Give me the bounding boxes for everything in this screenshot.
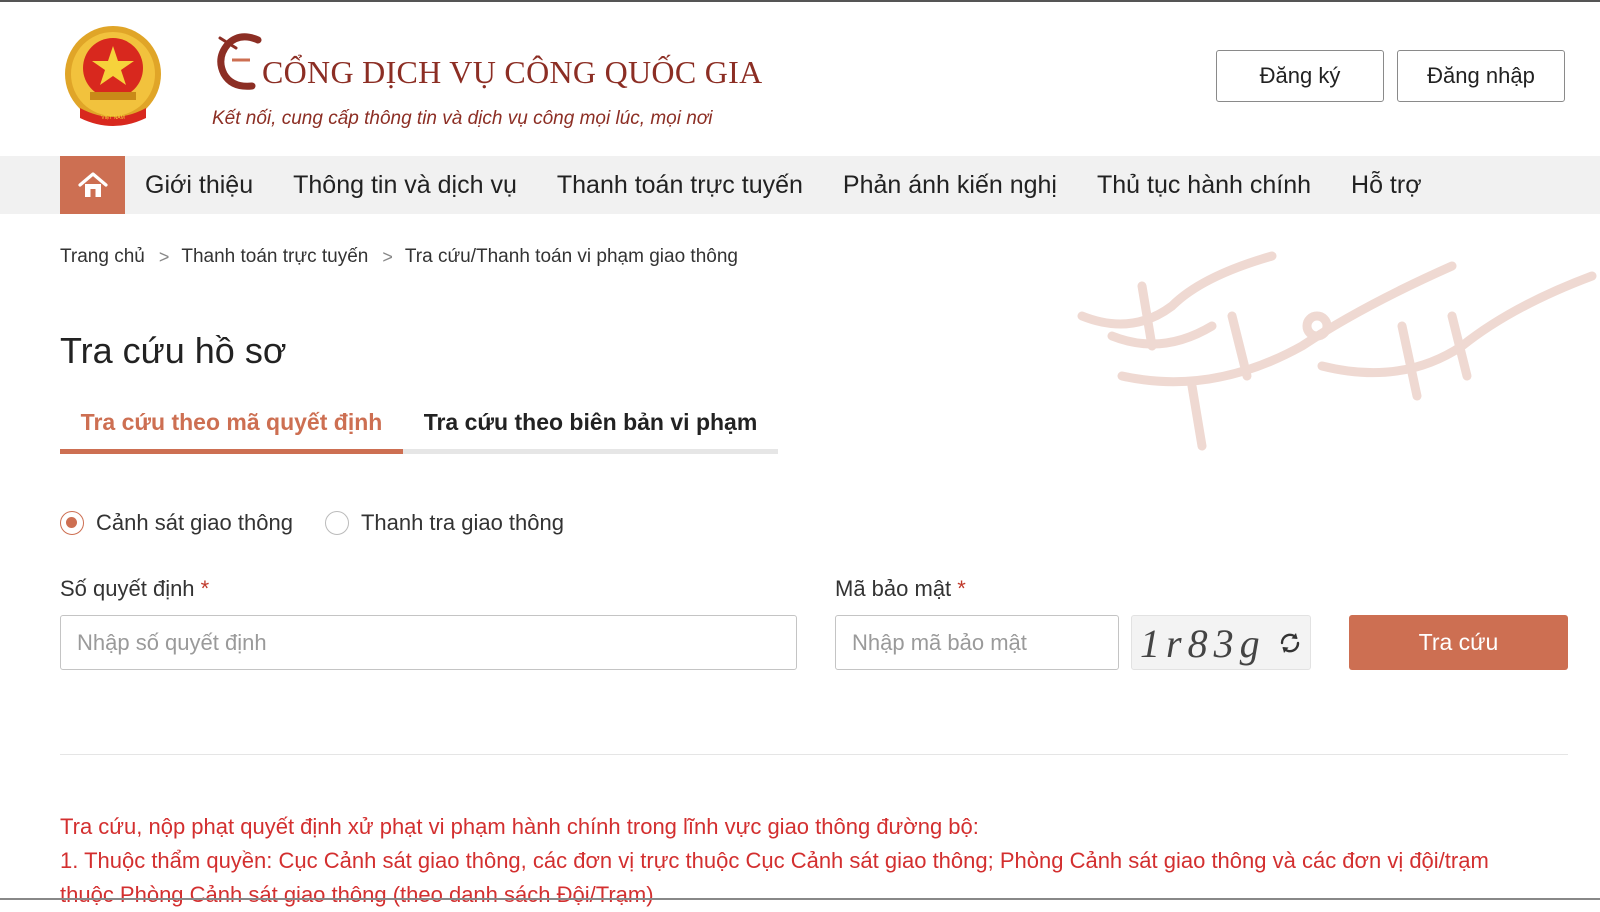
nav-item-phan-anh-kien-nghi[interactable]: Phản ánh kiến nghị — [823, 171, 1077, 200]
radio-traffic-police[interactable]: Cảnh sát giao thông — [60, 510, 293, 536]
breadcrumb-home[interactable]: Trang chủ — [60, 246, 145, 268]
security-code-label: Mã bảo mật * — [835, 576, 966, 602]
svg-text:VIỆT NAM: VIỆT NAM — [101, 113, 125, 121]
tab-active-indicator — [60, 449, 403, 454]
breadcrumb-separator-icon: > — [158, 246, 170, 267]
security-code-label-text: Mã bảo mật — [835, 576, 952, 601]
nav-item-gioi-thieu[interactable]: Giới thiệu — [125, 171, 273, 200]
agency-radio-group: Cảnh sát giao thông Thanh tra giao thông — [60, 510, 596, 536]
nav-item-ho-tro[interactable]: Hỗ trợ — [1331, 171, 1442, 200]
breadcrumb-separator-icon: > — [382, 246, 393, 267]
nav-home-button[interactable] — [60, 156, 125, 214]
decision-number-input[interactable] — [60, 615, 797, 670]
tab-lookup-by-violation-record[interactable]: Tra cứu theo biên bản vi phạm — [403, 396, 778, 448]
page-title: Tra cứu hồ sơ — [60, 330, 287, 371]
register-button[interactable]: Đăng ký — [1216, 50, 1384, 102]
main-nav: Giới thiệu Thông tin và dịch vụ Thanh to… — [0, 156, 1600, 214]
breadcrumb: Trang chủ > Thanh toán trực tuyến > Tra … — [60, 246, 738, 268]
decision-number-label-text: Số quyết định — [60, 576, 195, 601]
section-divider — [60, 754, 1568, 755]
decision-number-label: Số quyết định * — [60, 576, 209, 602]
portal-logo-icon[interactable] — [210, 30, 270, 92]
site-subtitle: Kết nối, cung cấp thông tin và dịch vụ c… — [212, 108, 713, 129]
notice-text: Tra cứu, nộp phạt quyết định xử phạt vi … — [60, 810, 1580, 912]
breadcrumb-online-payment[interactable]: Thanh toán trực tuyến — [181, 246, 368, 268]
nav-item-thanh-toan-truc-tuyen[interactable]: Thanh toán trực tuyến — [537, 171, 823, 200]
captcha-image: 1r83g — [1131, 615, 1311, 670]
security-code-input[interactable] — [835, 615, 1119, 670]
decorative-birds-icon — [1077, 251, 1597, 451]
radio-label: Thanh tra giao thông — [360, 510, 564, 535]
national-emblem-icon[interactable]: VIỆT NAM — [60, 22, 166, 134]
home-icon — [77, 172, 108, 197]
radio-checked-icon[interactable] — [60, 511, 84, 535]
refresh-captcha-icon[interactable] — [1278, 631, 1302, 655]
tab-lookup-by-decision[interactable]: Tra cứu theo mã quyết định — [60, 396, 403, 448]
required-mark: * — [200, 576, 210, 601]
site-header: VIỆT NAM CỔNG DỊCH VỤ CÔNG QUỐC GIA Kết … — [0, 2, 1600, 156]
radio-traffic-inspector[interactable]: Thanh tra giao thông — [324, 510, 564, 536]
site-title[interactable]: CỔNG DỊCH VỤ CÔNG QUỐC GIA — [262, 54, 763, 91]
radio-label: Cảnh sát giao thông — [96, 510, 293, 535]
search-button[interactable]: Tra cứu — [1349, 615, 1568, 670]
notice-line: 1. Thuộc thẩm quyền: Cục Cảnh sát giao t… — [60, 848, 1489, 873]
radio-unchecked-icon[interactable] — [324, 511, 349, 535]
login-button[interactable]: Đăng nhập — [1397, 50, 1565, 102]
nav-item-thong-tin-dich-vu[interactable]: Thông tin và dịch vụ — [273, 171, 537, 200]
breadcrumb-current: Tra cứu/Thanh toán vi phạm giao thông — [404, 246, 738, 267]
required-mark: * — [957, 576, 966, 601]
notice-line: thuộc Phòng Cảnh sát giao thông (theo da… — [60, 882, 654, 907]
notice-line: Tra cứu, nộp phạt quyết định xử phạt vi … — [60, 814, 979, 839]
nav-item-thu-tuc-hanh-chinh[interactable]: Thủ tục hành chính — [1077, 171, 1331, 200]
lookup-tabs: Tra cứu theo mã quyết định Tra cứu theo … — [60, 396, 778, 456]
captcha-text: 1r83g — [1140, 621, 1266, 666]
